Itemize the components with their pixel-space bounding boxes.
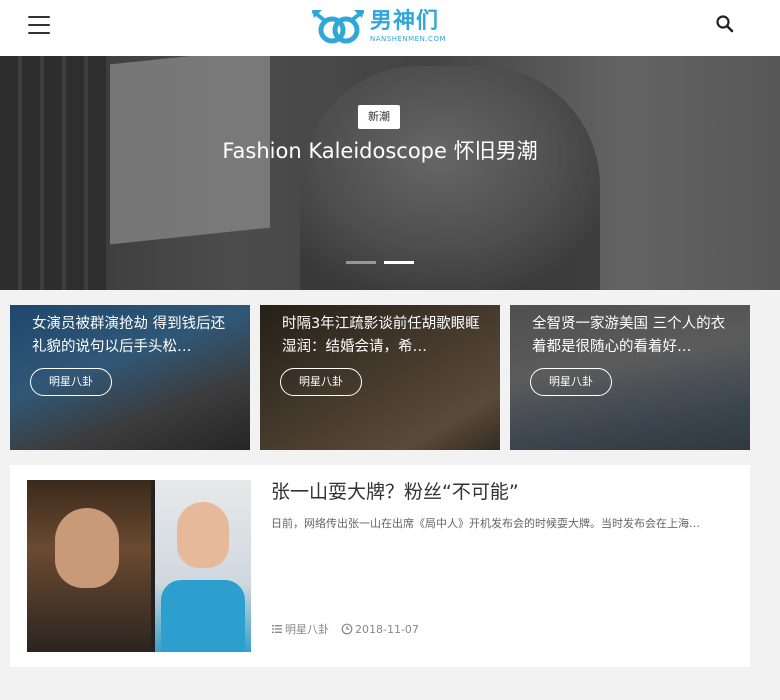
- site-logo[interactable]: 男神们 NANSHENMEN.COM: [310, 4, 450, 48]
- article-excerpt: 日前，网络传出张一山在出席《局中人》开机发布会的时候耍大牌。当时发布会在上海…: [271, 517, 700, 530]
- article-thumbnail[interactable]: [27, 480, 251, 652]
- hamburger-menu-icon[interactable]: [28, 16, 50, 34]
- article-category[interactable]: 明星八卦: [271, 621, 329, 637]
- slider-dot-1[interactable]: [346, 261, 376, 264]
- feature-card-tag[interactable]: 明星八卦: [530, 368, 612, 396]
- logo-text: 男神们: [370, 8, 440, 34]
- article-meta: 明星八卦 2018-11-07: [271, 621, 419, 637]
- feature-card[interactable]: 时隔3年江疏影谈前任胡歌眼眶湿润：结婚会请，希… 明星八卦: [260, 305, 500, 450]
- feature-card-tag[interactable]: 明星八卦: [280, 368, 362, 396]
- slider-pagination: [346, 261, 414, 264]
- article-list-item[interactable]: 张一山耍大牌？粉丝“不可能” 日前，网络传出张一山在出席《局中人》开机发布会的时…: [10, 465, 750, 667]
- feature-card[interactable]: 女演员被群演抢劫 得到钱后还礼貌的说句以后手头松… 明星八卦: [10, 305, 250, 450]
- slider-dot-2[interactable]: [384, 261, 414, 264]
- feature-card-tag[interactable]: 明星八卦: [30, 368, 112, 396]
- hero-category-tag[interactable]: 新潮: [358, 105, 400, 129]
- hero-title[interactable]: Fashion Kaleidoscope 怀旧男潮: [0, 136, 760, 166]
- feature-card-title[interactable]: 女演员被群演抢劫 得到钱后还礼貌的说句以后手头松…: [32, 313, 232, 359]
- list-icon: [272, 625, 282, 633]
- feature-card-title[interactable]: 全智贤一家游美国 三个人的衣着都是很随心的看着好…: [532, 313, 732, 359]
- site-header: 男神们 NANSHENMEN.COM: [0, 0, 780, 56]
- logo-gender-symbols-icon: [312, 10, 364, 44]
- logo-domain: NANSHENMEN.COM: [370, 34, 446, 43]
- hero-slider[interactable]: 新潮 Fashion Kaleidoscope 怀旧男潮: [0, 56, 780, 290]
- clock-icon: [341, 623, 353, 635]
- article-title[interactable]: 张一山耍大牌？粉丝“不可能”: [271, 478, 519, 506]
- article-date-label: 2018-11-07: [355, 622, 419, 636]
- search-icon[interactable]: [715, 14, 735, 34]
- feature-card[interactable]: 全智贤一家游美国 三个人的衣着都是很随心的看着好… 明星八卦: [510, 305, 750, 450]
- article-category-label[interactable]: 明星八卦: [285, 621, 329, 637]
- article-date: 2018-11-07: [341, 623, 419, 636]
- feature-card-title[interactable]: 时隔3年江疏影谈前任胡歌眼眶湿润：结婚会请，希…: [282, 313, 482, 359]
